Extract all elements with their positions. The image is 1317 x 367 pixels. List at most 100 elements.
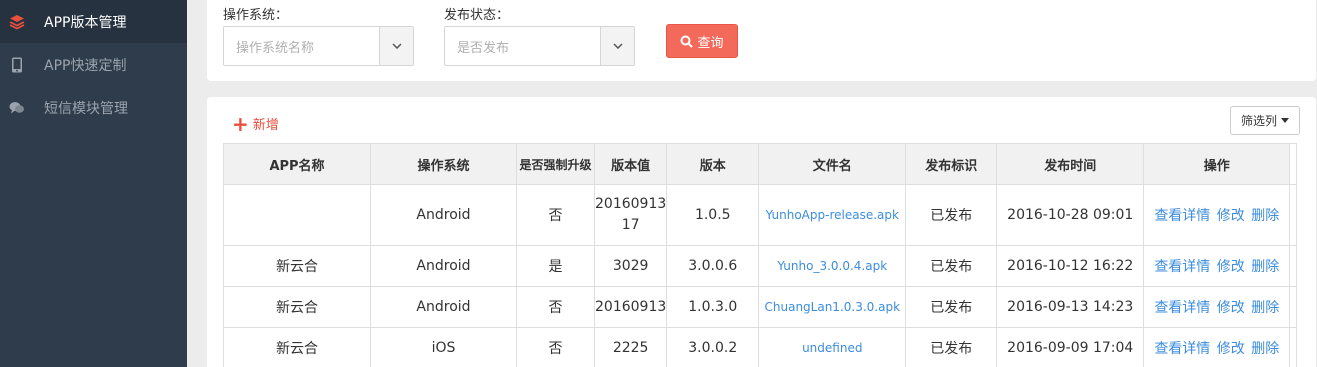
- status-select[interactable]: 是否发布: [444, 26, 635, 66]
- chat-icon: [9, 100, 25, 116]
- cell-force-upgrade: 否: [516, 286, 595, 328]
- file-link[interactable]: undefined: [802, 341, 862, 355]
- header-publish-time[interactable]: 发布时间: [996, 143, 1145, 185]
- edit-link[interactable]: 修改: [1217, 341, 1245, 357]
- sidebar-item-label: APP快速定制: [44, 57, 127, 74]
- sidebar-item-app-custom[interactable]: APP快速定制: [0, 43, 187, 86]
- cell-version: 3.0.0.6: [666, 245, 760, 287]
- cell-publish-flag: 已发布: [905, 245, 998, 287]
- cell-version: 3.0.0.2: [666, 327, 760, 367]
- cell-actions: 查看详情 修改 删除: [1143, 286, 1291, 328]
- table-header-row: APP名称 操作系统 是否强制升级 版本值 版本 文件名 发布标识 发布时间 操…: [223, 143, 1298, 185]
- cell-app-name: [223, 184, 371, 246]
- status-select-placeholder: 是否发布: [457, 40, 510, 56]
- cell-force-upgrade: 否: [516, 184, 595, 246]
- file-link[interactable]: YunhoApp-release.apk: [766, 208, 899, 222]
- cell-file-name: Yunho_3.0.0.4.apk: [758, 245, 907, 287]
- cell-file-name: undefined: [758, 327, 907, 367]
- header-app-name[interactable]: APP名称: [223, 143, 371, 185]
- table-panel: + 新增 筛选列 APP名称 操作系统 是否强制升级 版本值 版本 文件名 发布…: [207, 97, 1316, 367]
- status-filter-label: 发布状态：: [444, 8, 510, 23]
- layers-icon: [9, 14, 25, 30]
- cell-spacer: [1289, 327, 1298, 367]
- table-row: 新云合 Android 否 20160913 1.0.3.0 ChuangLan…: [223, 286, 1298, 328]
- cell-publish-time: 2016-09-13 14:23: [996, 286, 1145, 328]
- cell-publish-time: 2016-09-09 17:04: [996, 327, 1145, 367]
- header-version[interactable]: 版本: [666, 143, 760, 185]
- query-button[interactable]: 查询: [666, 24, 738, 58]
- cell-file-name: YunhoApp-release.apk: [758, 184, 907, 246]
- query-button-label: 查询: [697, 35, 724, 51]
- caret-down-icon: [1281, 118, 1289, 123]
- sidebar: APP版本管理 APP快速定制 短信模块管理: [0, 0, 187, 367]
- delete-link[interactable]: 删除: [1251, 341, 1279, 357]
- cell-publish-flag: 已发布: [905, 286, 998, 328]
- os-filter-label: 操作系统：: [223, 8, 289, 23]
- edit-link[interactable]: 修改: [1217, 300, 1245, 316]
- header-version-value[interactable]: 版本值: [593, 143, 668, 185]
- search-icon: [680, 35, 694, 48]
- cell-force-upgrade: 是: [516, 245, 595, 287]
- filter-panel: 操作系统： 操作系统名称 发布状态： 是否发布 查询: [207, 0, 1316, 81]
- header-file-name[interactable]: 文件名: [758, 143, 907, 185]
- view-details-link[interactable]: 查看详情: [1154, 259, 1210, 275]
- cell-file-name: ChuangLan1.0.3.0.apk: [758, 286, 907, 328]
- column-filter-label: 筛选列: [1240, 114, 1277, 128]
- cell-app-name: 新云合: [223, 286, 371, 328]
- sidebar-item-sms[interactable]: 短信模块管理: [0, 86, 187, 129]
- cell-spacer: [1289, 245, 1298, 287]
- view-details-link[interactable]: 查看详情: [1154, 208, 1210, 224]
- add-button-label: 新增: [252, 118, 279, 133]
- plus-icon: +: [232, 111, 249, 136]
- cell-actions: 查看详情 修改 删除: [1143, 327, 1291, 367]
- cell-app-name: 新云合: [223, 245, 371, 287]
- cell-os: iOS: [370, 327, 517, 367]
- cell-publish-time: 2016-10-28 09:01: [996, 184, 1145, 246]
- file-link[interactable]: ChuangLan1.0.3.0.apk: [765, 300, 901, 314]
- table-row: 新云合 iOS 否 2225 3.0.0.2 undefined 已发布 201…: [223, 327, 1298, 367]
- add-button[interactable]: + 新增: [232, 111, 279, 136]
- os-filter: 操作系统： 操作系统名称: [223, 6, 414, 66]
- delete-link[interactable]: 删除: [1251, 208, 1279, 224]
- view-details-link[interactable]: 查看详情: [1154, 341, 1210, 357]
- cell-spacer: [1289, 286, 1298, 328]
- sidebar-item-label: APP版本管理: [44, 14, 127, 31]
- os-select[interactable]: 操作系统名称: [223, 26, 414, 66]
- cell-publish-flag: 已发布: [905, 184, 998, 246]
- file-link[interactable]: Yunho_3.0.0.4.apk: [777, 259, 887, 273]
- cell-publish-flag: 已发布: [905, 327, 998, 367]
- mobile-icon: [9, 57, 25, 73]
- table-row: Android 否 20160913 17 1.0.5 YunhoApp-rele…: [223, 184, 1298, 246]
- cell-app-name: 新云合: [223, 327, 371, 367]
- version-value-line-1: 20160913: [595, 196, 667, 212]
- status-filter: 发布状态： 是否发布: [444, 6, 635, 66]
- header-os[interactable]: 操作系统: [370, 143, 517, 185]
- sidebar-item-app-version[interactable]: APP版本管理: [0, 0, 187, 43]
- chevron-down-icon[interactable]: [600, 27, 634, 65]
- header-spacer: [1289, 143, 1298, 185]
- header-publish-flag[interactable]: 发布标识: [905, 143, 998, 185]
- cell-version-value: 20160913 17: [593, 184, 668, 246]
- cell-actions: 查看详情 修改 删除: [1143, 184, 1291, 246]
- header-actions: 操作: [1143, 143, 1291, 185]
- view-details-link[interactable]: 查看详情: [1154, 300, 1210, 316]
- column-filter-button[interactable]: 筛选列: [1230, 106, 1300, 135]
- cell-publish-time: 2016-10-12 16:22: [996, 245, 1145, 287]
- table-row: 新云合 Android 是 3029 3.0.0.6 Yunho_3.0.0.4…: [223, 245, 1298, 287]
- cell-os: Android: [370, 184, 517, 246]
- cell-force-upgrade: 否: [516, 327, 595, 367]
- edit-link[interactable]: 修改: [1217, 208, 1245, 224]
- os-select-placeholder: 操作系统名称: [236, 40, 315, 56]
- cell-version-value: 20160913: [593, 286, 668, 328]
- cell-version: 1.0.5: [666, 184, 760, 246]
- chevron-down-icon[interactable]: [379, 27, 413, 65]
- cell-actions: 查看详情 修改 删除: [1143, 245, 1291, 287]
- cell-version-value: 2225: [593, 327, 668, 367]
- delete-link[interactable]: 删除: [1251, 300, 1279, 316]
- cell-os: Android: [370, 286, 517, 328]
- delete-link[interactable]: 删除: [1251, 259, 1279, 275]
- cell-os: Android: [370, 245, 517, 287]
- edit-link[interactable]: 修改: [1217, 259, 1245, 275]
- header-force-upgrade[interactable]: 是否强制升级: [516, 143, 595, 185]
- sidebar-item-label: 短信模块管理: [44, 100, 128, 117]
